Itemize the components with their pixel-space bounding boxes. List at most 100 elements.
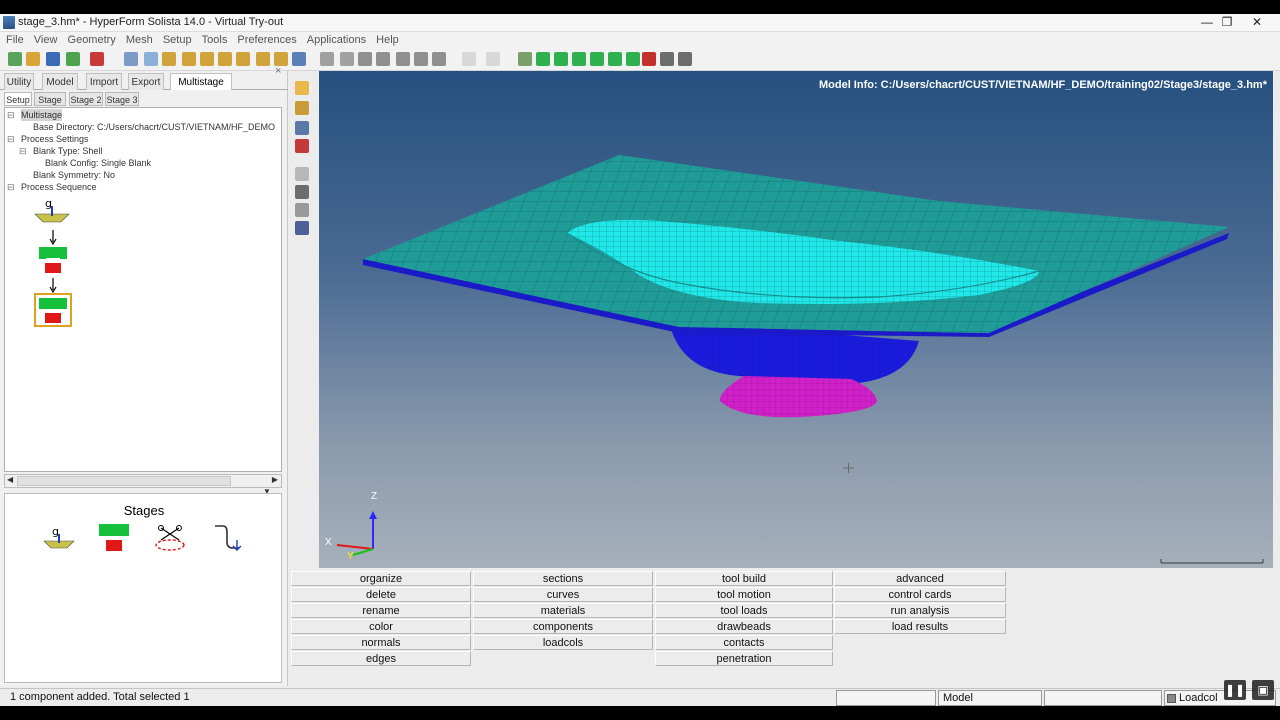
stage-tool-1-icon[interactable] (536, 52, 550, 66)
maximize-button[interactable]: ❐ (1216, 15, 1238, 30)
color-button[interactable]: color (291, 619, 471, 634)
model-browser-icon[interactable] (295, 81, 309, 95)
view-side-icon[interactable] (256, 52, 270, 66)
rotate-y-icon[interactable] (182, 52, 196, 66)
flange-stage-palette-icon[interactable] (215, 525, 242, 551)
tree-collapse-icon[interactable]: ⊟ (7, 133, 15, 145)
subtab-setup[interactable]: Setup (4, 92, 32, 106)
view-iso-icon[interactable] (274, 52, 288, 66)
zoom-fit-icon[interactable] (320, 52, 334, 66)
drawbeads-button[interactable]: drawbeads (655, 619, 833, 634)
stage-tool-2-icon[interactable] (554, 52, 568, 66)
load-results-button[interactable]: load results (834, 619, 1006, 634)
loadcols-button[interactable]: loadcols (473, 635, 653, 650)
scrollbar-thumb[interactable] (17, 476, 231, 486)
open-model-icon[interactable] (26, 52, 40, 66)
trim-tool-icon[interactable] (642, 52, 656, 66)
menu-setup[interactable]: Setup (163, 32, 192, 49)
penetration-button[interactable]: penetration (655, 651, 833, 666)
hand-icon[interactable] (376, 52, 390, 66)
pan-icon[interactable] (358, 52, 372, 66)
rotate-z-icon[interactable] (200, 52, 214, 66)
stage-tool-3-icon[interactable] (572, 52, 586, 66)
subtab-stage-3[interactable]: Stage 3 (105, 92, 139, 106)
undo-icon[interactable] (462, 52, 476, 66)
materials-button[interactable]: materials (473, 603, 653, 618)
tree-node-process-sequence[interactable]: Process Sequence (21, 181, 97, 193)
tree-collapse-icon[interactable]: ⊟ (7, 109, 15, 121)
zoom-window-icon[interactable] (340, 52, 354, 66)
menu-applications[interactable]: Applications (307, 32, 366, 49)
curves-button[interactable]: curves (473, 587, 653, 602)
trim-stage-palette-icon[interactable] (155, 525, 185, 551)
translate-icon[interactable] (396, 52, 410, 66)
spin-icon[interactable] (414, 52, 428, 66)
sections-button[interactable]: sections (473, 571, 653, 586)
new-model-icon[interactable] (8, 52, 22, 66)
contacts-button[interactable]: contacts (655, 635, 833, 650)
draw-stage-icon[interactable] (39, 247, 67, 273)
stage-tool-4-icon[interactable] (590, 52, 604, 66)
element-display-icon[interactable] (295, 203, 309, 217)
mask-browser-icon[interactable] (295, 121, 309, 135)
view-front-icon[interactable] (218, 52, 232, 66)
blank-icon[interactable] (518, 52, 532, 66)
flange-tool-icon[interactable] (678, 52, 692, 66)
menu-geometry[interactable]: Geometry (68, 32, 116, 49)
redo-icon[interactable] (486, 52, 500, 66)
solid-display-icon[interactable] (295, 221, 309, 235)
tool-motion-button[interactable]: tool motion (655, 587, 833, 602)
stage-tool-5-icon[interactable] (608, 52, 622, 66)
tree-collapse-icon[interactable]: ⊟ (7, 181, 15, 193)
close-panel-icon[interactable]: × (275, 65, 281, 77)
shading-mode-icon[interactable] (295, 167, 309, 181)
scroll-left-icon[interactable]: ◀ (7, 475, 13, 484)
draw-stage-palette-icon[interactable] (99, 524, 129, 551)
advanced-button[interactable]: advanced (834, 571, 1006, 586)
delete-button[interactable]: delete (291, 587, 471, 602)
edges-button[interactable]: edges (291, 651, 471, 666)
tab-multistage[interactable]: Multistage (170, 73, 232, 90)
graphics-viewport[interactable]: Model Info: C:/Users/chacrt/CUST/VIETNAM… (319, 71, 1273, 568)
subtab-stage-2[interactable]: Stage 2 (69, 92, 103, 106)
subtab-stage-1[interactable]: Stage 1 (34, 92, 66, 119)
components-button[interactable]: components (473, 619, 653, 634)
rotate-x-icon[interactable] (162, 52, 176, 66)
tree-node-multistage[interactable]: Multistage (21, 109, 63, 121)
binder-bottom[interactable] (719, 376, 877, 418)
formed-part-model[interactable] (319, 71, 1273, 568)
minimize-button[interactable]: — (1196, 15, 1218, 30)
menu-help[interactable]: Help (376, 32, 399, 49)
results-browser-icon[interactable] (295, 139, 309, 153)
menu-preferences[interactable]: Preferences (237, 32, 296, 49)
gravity-stage-icon[interactable]: g (34, 197, 70, 223)
stage-tool-6-icon[interactable] (626, 52, 640, 66)
zoom-in-icon[interactable] (124, 52, 138, 66)
tool-loads-button[interactable]: tool loads (655, 603, 833, 618)
import-icon[interactable] (66, 52, 80, 66)
video-fullscreen-icon[interactable]: ▣ (1252, 680, 1274, 700)
tab-utility[interactable]: Utility (4, 73, 34, 90)
menu-view[interactable]: View (34, 32, 58, 49)
tree-node-base-directory[interactable]: Base Directory: C:/Users/chacrt/CUST/VIE… (33, 121, 275, 133)
tool-build-button[interactable]: tool build (655, 571, 833, 586)
tab-model[interactable]: Model (42, 73, 78, 90)
gravity-stage-palette-icon[interactable]: g (43, 525, 75, 549)
save-model-icon[interactable] (46, 52, 60, 66)
scroll-right-icon[interactable]: ▶ (272, 475, 278, 484)
tree-node-blank-type[interactable]: Blank Type: Shell (33, 145, 102, 157)
view-top-icon[interactable] (236, 52, 250, 66)
control-cards-button[interactable]: control cards (834, 587, 1006, 602)
tab-export[interactable]: Export (128, 73, 164, 90)
video-pause-icon[interactable]: ❚❚ (1224, 680, 1246, 700)
entity-browser-icon[interactable] (295, 101, 309, 115)
menu-mesh[interactable]: Mesh (126, 32, 153, 49)
selected-draw-stage-icon[interactable] (34, 293, 72, 327)
springback-icon[interactable] (660, 52, 674, 66)
wireframe-mode-icon[interactable] (295, 185, 309, 199)
rename-button[interactable]: rename (291, 603, 471, 618)
tree-node-process-settings[interactable]: Process Settings (21, 133, 89, 145)
tree-collapse-icon[interactable]: ⊟ (19, 145, 27, 157)
tree-node-blank-config[interactable]: Blank Config: Single Blank (45, 157, 151, 169)
export-icon[interactable] (90, 52, 104, 66)
